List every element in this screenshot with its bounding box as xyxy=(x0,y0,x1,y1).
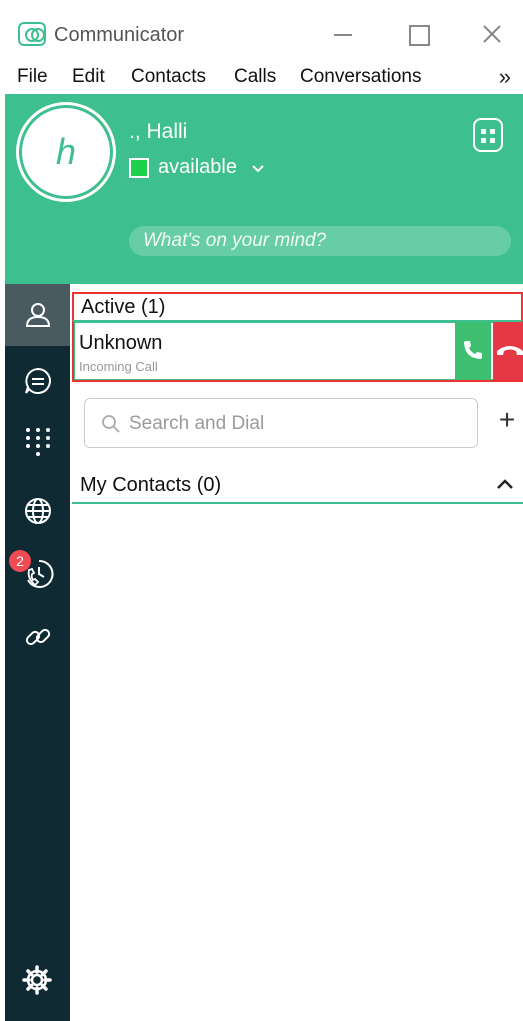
active-calls-title: Active (1) xyxy=(81,296,166,318)
chevron-up-icon[interactable] xyxy=(496,478,514,490)
avatar-letter: h xyxy=(55,131,77,172)
menu-contacts[interactable]: Contacts xyxy=(131,66,206,88)
answer-call-button[interactable] xyxy=(455,322,491,380)
my-contacts-title: My Contacts (0) xyxy=(80,474,222,496)
menu-edit[interactable]: Edit xyxy=(72,66,105,88)
sidebar-item-link[interactable] xyxy=(5,606,70,668)
maximize-button[interactable] xyxy=(397,18,437,50)
my-contacts-header[interactable]: My Contacts (0) xyxy=(72,468,523,504)
sidebar-item-dialpad[interactable] xyxy=(5,410,70,472)
menu-bar: File Edit Contacts Calls Conversations » xyxy=(0,64,523,94)
main-panel: Active (1) Unknown Incoming Call + My Co… xyxy=(70,284,523,1021)
close-button[interactable] xyxy=(472,18,512,50)
sidebar: 2 xyxy=(5,284,70,1021)
sidebar-item-call-history[interactable]: 2 xyxy=(5,542,70,604)
chevron-down-icon xyxy=(252,165,264,173)
window-title: Communicator xyxy=(54,24,185,46)
active-calls-header: Active (1) xyxy=(72,292,523,322)
call-status-text: Incoming Call xyxy=(79,359,158,374)
gear-icon[interactable] xyxy=(21,964,53,996)
minimize-button[interactable] xyxy=(322,18,362,50)
status-text: available xyxy=(158,156,237,178)
status-indicator xyxy=(129,158,149,178)
sidebar-item-globe[interactable] xyxy=(5,480,70,542)
whats-on-your-mind-input[interactable] xyxy=(129,226,511,256)
dialpad-icon xyxy=(26,428,50,456)
user-name: ., Halli xyxy=(129,120,188,143)
search-and-dial-field[interactable] xyxy=(84,398,478,448)
link-icon xyxy=(25,628,51,646)
globe-icon xyxy=(25,498,51,524)
hang-up-icon xyxy=(497,346,523,355)
menu-file[interactable]: File xyxy=(17,66,48,88)
search-icon xyxy=(102,415,120,433)
incoming-call-row[interactable]: Unknown Incoming Call xyxy=(72,320,523,382)
profile-header: h ., Halli available xyxy=(5,94,523,284)
contacts-icon xyxy=(25,303,51,327)
avatar[interactable]: h xyxy=(22,108,110,196)
phone-icon xyxy=(464,340,482,359)
search-input[interactable] xyxy=(129,409,459,439)
title-bar: Communicator xyxy=(0,0,523,64)
app-logo-icon xyxy=(18,22,46,46)
building-icon[interactable] xyxy=(473,118,503,152)
menu-calls[interactable]: Calls xyxy=(234,66,276,88)
decline-call-button[interactable] xyxy=(493,322,523,380)
menu-overflow-button[interactable]: » xyxy=(499,64,511,90)
missed-calls-badge: 2 xyxy=(9,550,31,572)
menu-conversations[interactable]: Conversations xyxy=(300,66,421,88)
chat-icon xyxy=(25,367,51,394)
close-icon xyxy=(483,25,501,43)
sidebar-item-contacts[interactable] xyxy=(5,284,70,346)
caller-name: Unknown xyxy=(79,332,163,354)
sidebar-item-chat[interactable] xyxy=(5,350,70,412)
add-contact-button[interactable]: + xyxy=(492,406,522,436)
